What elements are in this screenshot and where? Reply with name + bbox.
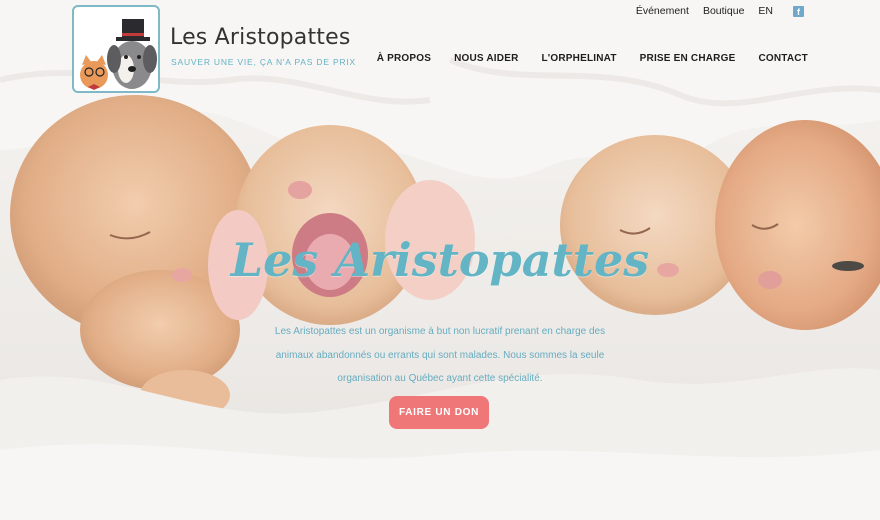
shop-link[interactable]: Boutique [703, 5, 744, 17]
main-nav: À PROPOS NOUS AIDER L'ORPHELINAT PRISE E… [377, 53, 808, 64]
event-link[interactable]: Événement [636, 5, 689, 17]
site-logo[interactable] [72, 5, 160, 93]
cat-and-dog-with-top-hat-logo-icon [80, 19, 157, 90]
donate-button[interactable]: FAIRE UN DON [389, 396, 489, 429]
hero-title: Les Aristopattes [230, 233, 650, 287]
brand-tagline: SAUVER UNE VIE, ÇA N'A PAS DE PRIX [171, 57, 357, 67]
nav-item-orphanage[interactable]: L'ORPHELINAT [542, 53, 617, 64]
hero-description: Les Aristopattes est un organisme à but … [274, 326, 606, 384]
brand-name[interactable]: Les Aristopattes [170, 25, 351, 50]
nav-item-care[interactable]: PRISE EN CHARGE [640, 53, 736, 64]
nav-item-help-us[interactable]: NOUS AIDER [454, 53, 518, 64]
facebook-icon[interactable]: f [793, 5, 804, 17]
nav-item-about[interactable]: À PROPOS [377, 53, 431, 64]
nav-item-contact[interactable]: CONTACT [758, 53, 808, 64]
language-switch-link[interactable]: EN [758, 5, 773, 17]
top-links: Événement Boutique EN f [636, 5, 804, 17]
